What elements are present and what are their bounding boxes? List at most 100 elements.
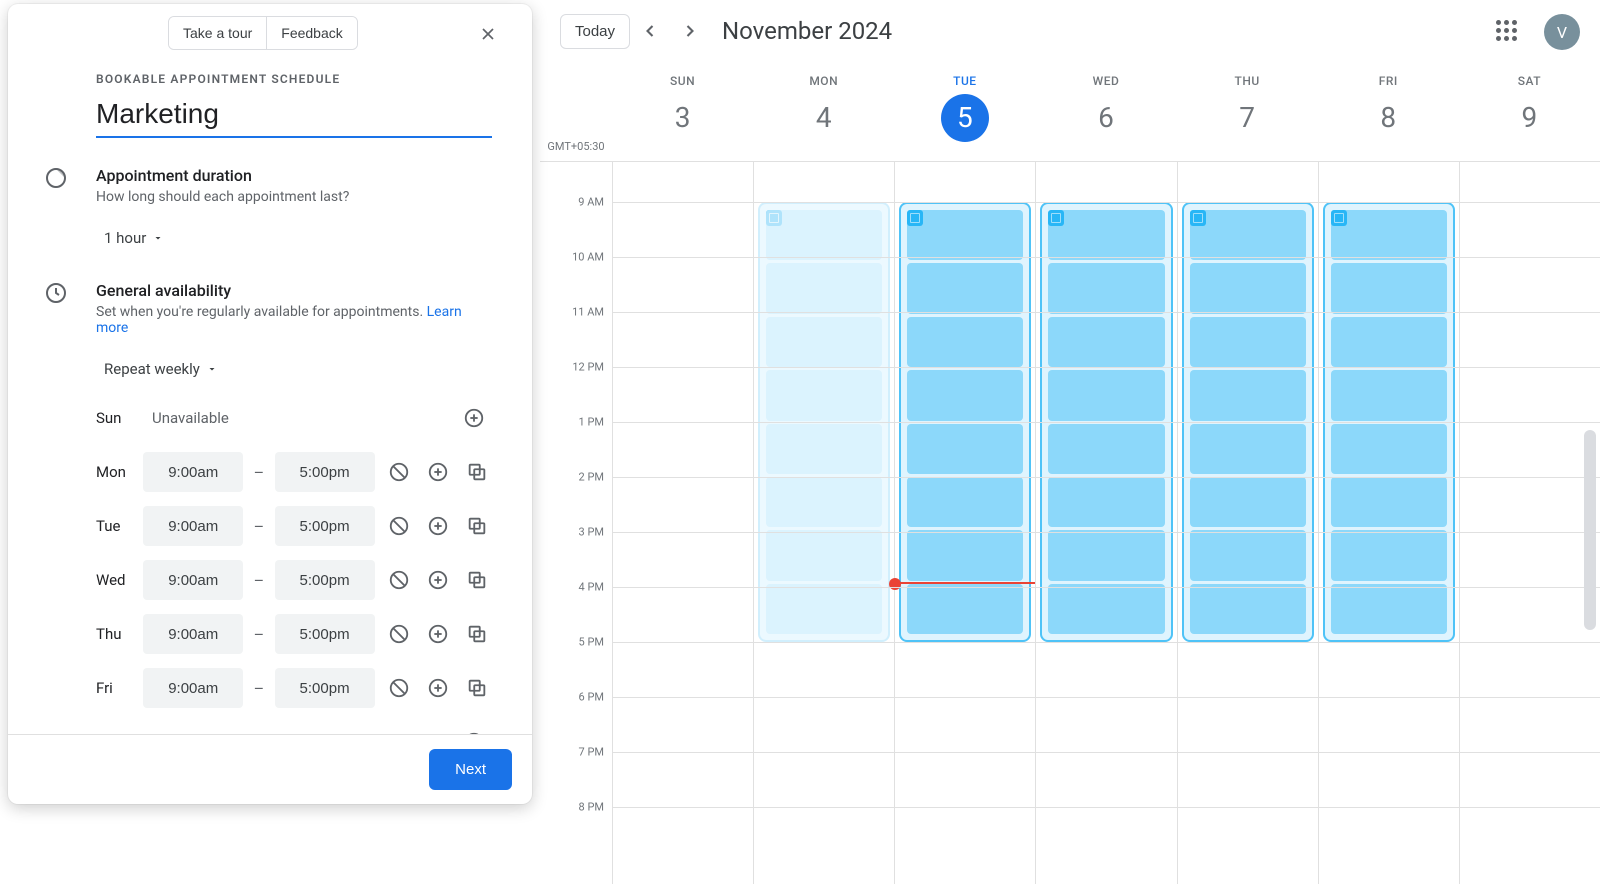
remove-time-button[interactable] [385, 508, 414, 544]
copy-time-button[interactable] [463, 616, 492, 652]
appointment-slot[interactable] [1048, 530, 1164, 580]
apps-icon[interactable] [1488, 12, 1528, 52]
appointment-slot[interactable] [1048, 263, 1164, 313]
appointment-slot[interactable] [1190, 263, 1306, 313]
appointment-slot[interactable] [907, 424, 1023, 474]
appointment-slot[interactable] [1331, 424, 1447, 474]
appointment-slot[interactable] [1331, 370, 1447, 420]
start-time-input[interactable] [143, 506, 243, 546]
next-button[interactable] [670, 11, 710, 51]
appointment-slot[interactable] [766, 210, 882, 260]
day-column[interactable] [1459, 162, 1600, 884]
appointment-slot[interactable] [1190, 424, 1306, 474]
add-time-button[interactable] [424, 670, 453, 706]
day-number[interactable]: 3 [659, 94, 707, 142]
appointment-slot[interactable] [1048, 477, 1164, 527]
feedback-button[interactable]: Feedback [266, 17, 356, 49]
page-scrollbar[interactable] [1584, 430, 1596, 630]
appointment-slot[interactable] [1190, 530, 1306, 580]
appointment-slot[interactable] [766, 317, 882, 367]
day-number[interactable]: 6 [1082, 94, 1130, 142]
appointment-slot[interactable] [1331, 530, 1447, 580]
add-time-button[interactable] [424, 508, 453, 544]
end-time-input[interactable] [275, 452, 375, 492]
day-column[interactable] [1177, 162, 1318, 884]
appointment-slot[interactable] [766, 584, 882, 634]
calendar-grid[interactable]: 9 AM10 AM11 AM12 PM1 PM2 PM3 PM4 PM5 PM6… [540, 162, 1600, 884]
appointment-slot[interactable] [1331, 263, 1447, 313]
appointment-slot[interactable] [907, 477, 1023, 527]
appointment-slot[interactable] [1048, 424, 1164, 474]
start-time-input[interactable] [143, 560, 243, 600]
remove-time-button[interactable] [385, 616, 414, 652]
appointment-slot[interactable] [766, 424, 882, 474]
next-step-button[interactable]: Next [429, 749, 512, 790]
day-number[interactable]: 4 [800, 94, 848, 142]
repeat-dropdown[interactable]: Repeat weekly [96, 354, 226, 384]
duration-value: 1 hour [104, 229, 146, 247]
avatar[interactable]: V [1544, 14, 1580, 50]
appointment-slot[interactable] [907, 584, 1023, 634]
panel-body[interactable]: BOOKABLE APPOINTMENT SCHEDULE Appointmen… [8, 50, 532, 734]
schedule-title-input[interactable] [96, 94, 492, 138]
appointment-slot[interactable] [907, 263, 1023, 313]
remove-time-button[interactable] [385, 670, 414, 706]
appointment-slot[interactable] [907, 370, 1023, 420]
appointment-slot[interactable] [766, 370, 882, 420]
appointment-slot[interactable] [1190, 370, 1306, 420]
day-column[interactable] [1318, 162, 1459, 884]
appointment-slot[interactable] [1048, 370, 1164, 420]
availability-row: SatUnavailable [96, 722, 492, 734]
appointment-slot[interactable] [766, 263, 882, 313]
now-indicator [895, 582, 1035, 584]
appointment-slot[interactable] [907, 317, 1023, 367]
end-time-input[interactable] [275, 668, 375, 708]
copy-time-button[interactable] [463, 454, 492, 490]
appointment-slot[interactable] [1331, 317, 1447, 367]
day-column[interactable] [894, 162, 1035, 884]
day-number[interactable]: 9 [1505, 94, 1553, 142]
day-number[interactable]: 7 [1223, 94, 1271, 142]
appointment-slot[interactable] [907, 530, 1023, 580]
add-time-button[interactable] [424, 616, 453, 652]
end-time-input[interactable] [275, 506, 375, 546]
take-tour-button[interactable]: Take a tour [169, 17, 266, 49]
appointment-slot[interactable] [1331, 584, 1447, 634]
duration-dropdown[interactable]: 1 hour [96, 223, 172, 253]
add-time-button[interactable] [424, 562, 453, 598]
appointment-slot[interactable] [1331, 477, 1447, 527]
today-button[interactable]: Today [560, 14, 630, 49]
prev-button[interactable] [630, 11, 670, 51]
appointment-slot[interactable] [766, 477, 882, 527]
appointment-slot[interactable] [1048, 210, 1164, 260]
add-time-button[interactable] [456, 400, 492, 436]
appointment-slot[interactable] [1190, 584, 1306, 634]
remove-time-button[interactable] [385, 562, 414, 598]
copy-time-button[interactable] [463, 670, 492, 706]
appointment-slot[interactable] [1190, 210, 1306, 260]
close-button[interactable] [478, 14, 518, 54]
calendar-area: GMT+05:30 SUN3MON4TUE5WED6THU7FRI8SAT9 9… [540, 62, 1600, 884]
remove-time-button[interactable] [385, 454, 414, 490]
appointment-slot[interactable] [1331, 210, 1447, 260]
day-column[interactable] [612, 162, 753, 884]
add-time-button[interactable] [456, 724, 492, 734]
day-number[interactable]: 5 [941, 94, 989, 142]
day-column[interactable] [753, 162, 894, 884]
copy-time-button[interactable] [463, 562, 492, 598]
end-time-input[interactable] [275, 614, 375, 654]
copy-time-button[interactable] [463, 508, 492, 544]
appointment-slot[interactable] [1190, 317, 1306, 367]
day-number[interactable]: 8 [1364, 94, 1412, 142]
add-time-button[interactable] [424, 454, 453, 490]
day-column[interactable] [1035, 162, 1176, 884]
appointment-slot[interactable] [1048, 584, 1164, 634]
appointment-slot[interactable] [766, 530, 882, 580]
end-time-input[interactable] [275, 560, 375, 600]
start-time-input[interactable] [143, 668, 243, 708]
start-time-input[interactable] [143, 614, 243, 654]
appointment-slot[interactable] [1048, 317, 1164, 367]
appointment-slot[interactable] [1190, 477, 1306, 527]
appointment-slot[interactable] [907, 210, 1023, 260]
start-time-input[interactable] [143, 452, 243, 492]
